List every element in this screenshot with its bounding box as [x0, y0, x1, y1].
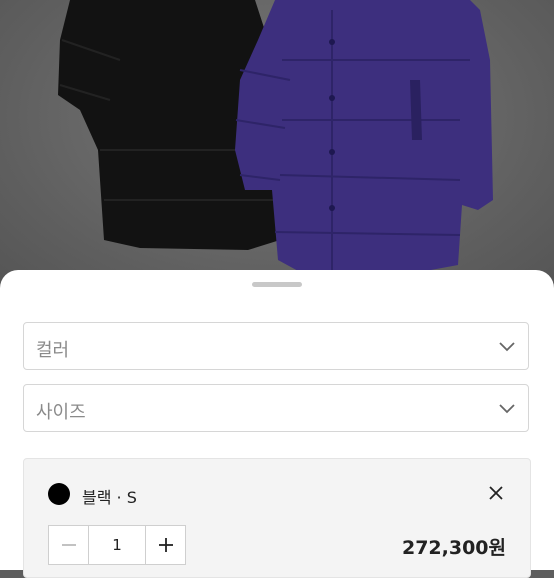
decrease-quantity-button[interactable]	[49, 526, 89, 564]
option-bottom-sheet: 컬러 사이즈 블랙 · S 1 272,300원	[0, 270, 554, 578]
quantity-value[interactable]: 1	[89, 526, 145, 564]
increase-quantity-button[interactable]	[145, 526, 185, 564]
close-icon[interactable]	[488, 485, 504, 501]
chevron-down-icon	[499, 404, 515, 414]
option-price: 272,300원	[401, 537, 506, 559]
color-swatch	[48, 483, 70, 505]
plus-icon	[159, 538, 173, 552]
color-select[interactable]: 컬러	[23, 322, 529, 370]
size-select[interactable]: 사이즈	[23, 384, 529, 432]
drag-handle[interactable]	[252, 282, 302, 287]
size-select-placeholder: 사이즈	[36, 402, 86, 423]
quantity-stepper: 1	[48, 525, 186, 565]
color-select-placeholder: 컬러	[36, 340, 70, 361]
product-image	[0, 0, 554, 290]
minus-icon	[62, 544, 76, 546]
product-photo-coats	[58, 0, 493, 272]
selected-option-item: 블랙 · S 1 272,300원	[23, 458, 531, 578]
chevron-down-icon	[499, 342, 515, 352]
selected-option-name: 블랙 · S	[82, 488, 137, 507]
